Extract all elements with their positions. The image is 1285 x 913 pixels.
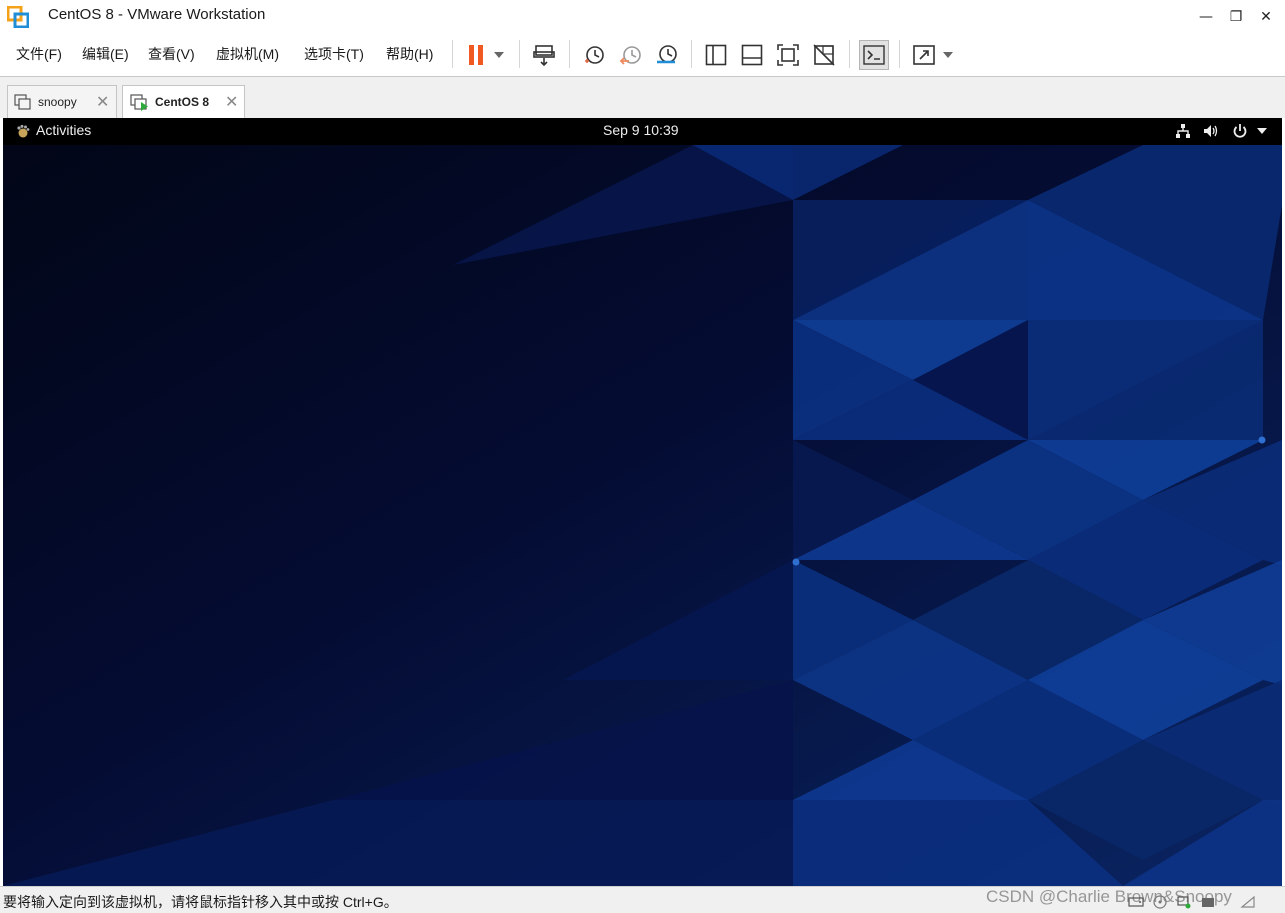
toolbar-separator [899,40,900,68]
menu-vm[interactable]: 虚拟机(M) [216,44,279,64]
desktop-wallpaper [3,145,1282,886]
unity-icon[interactable] [810,41,838,69]
toolbar-separator [569,40,570,68]
hard-disk-icon[interactable] [1128,895,1144,909]
tab-close-icon[interactable]: ✕ [225,92,238,111]
snapshot-manager-icon[interactable] [653,41,681,69]
gnome-top-bar: Activities Sep 9 10:39 [3,118,1282,145]
close-window-button[interactable]: ✕ [1251,0,1281,33]
toolbar-separator [849,40,850,68]
menu-file[interactable]: 文件(F) [16,44,62,64]
snapshot-take-icon[interactable] [580,41,608,69]
activities-button[interactable]: Activities [36,122,91,138]
thumbnail-bar-icon[interactable] [738,41,766,69]
network-icon[interactable] [1175,123,1191,139]
tab-snoopy[interactable]: snoopy ✕ [7,85,117,119]
window-title: CentOS 8 - VMware Workstation [48,6,266,23]
menu-view[interactable]: 查看(V) [148,44,195,64]
restore-button[interactable]: ❐ [1221,0,1251,33]
menu-help[interactable]: 帮助(H) [386,44,433,64]
toolbar-separator [519,40,520,68]
sidebar-toggle-icon[interactable] [702,41,730,69]
menu-tabs[interactable]: 选项卡(T) [304,44,364,64]
clock[interactable]: Sep 9 10:39 [603,122,679,138]
toolbar-separator [452,40,453,68]
tab-close-icon[interactable]: ✕ [96,92,109,111]
send-ctrl-alt-del-icon[interactable] [530,41,558,69]
running-vm-tab-icon [130,94,148,111]
vm-tab-icon [14,94,31,110]
snapshot-revert-icon[interactable] [617,41,645,69]
status-message: 要将输入定向到该虚拟机，请将鼠标指针移入其中或按 Ctrl+G。 [3,894,398,910]
fullscreen-dropdown-icon[interactable] [937,41,959,69]
pause-icon[interactable] [462,41,490,69]
volume-icon[interactable] [1203,123,1219,139]
fullscreen-icon[interactable] [910,41,938,69]
dropdown-arrow-icon[interactable] [488,41,510,69]
menu-edit[interactable]: 编辑(E) [82,44,129,64]
vmware-logo-icon [7,6,29,28]
gnome-foot-icon [17,124,30,138]
sound-card-icon[interactable] [1240,895,1256,909]
minimize-button[interactable]: — [1191,0,1221,33]
tab-strip: snoopy ✕ CentOS 8 ✕ [0,76,1285,119]
network-adapter-icon[interactable] [1176,895,1192,909]
status-bar: 要将输入定向到该虚拟机，请将鼠标指针移入其中或按 Ctrl+G。 CSDN @C… [0,886,1285,913]
tab-label: snoopy [38,95,77,109]
tab-label: CentOS 8 [155,95,210,109]
fit-guest-icon[interactable] [774,41,802,69]
power-icon[interactable] [1232,123,1248,139]
title-bar: CentOS 8 - VMware Workstation — ❐ ✕ [0,0,1285,33]
usb-icon[interactable] [1200,895,1216,909]
menu-toolbar: 文件(F) 编辑(E) 查看(V) 虚拟机(M) 选项卡(T) 帮助(H) [0,33,1285,76]
tab-centos-8[interactable]: CentOS 8 ✕ [122,85,245,119]
watermark: CSDN @Charlie Brown&Snoopy [986,887,1232,906]
toolbar-separator [691,40,692,68]
console-view-icon[interactable] [859,40,889,70]
system-menu-arrow-icon[interactable] [1257,127,1267,135]
vm-display[interactable]: Activities Sep 9 10:39 [3,118,1282,886]
cd-rom-icon[interactable] [1152,895,1168,909]
